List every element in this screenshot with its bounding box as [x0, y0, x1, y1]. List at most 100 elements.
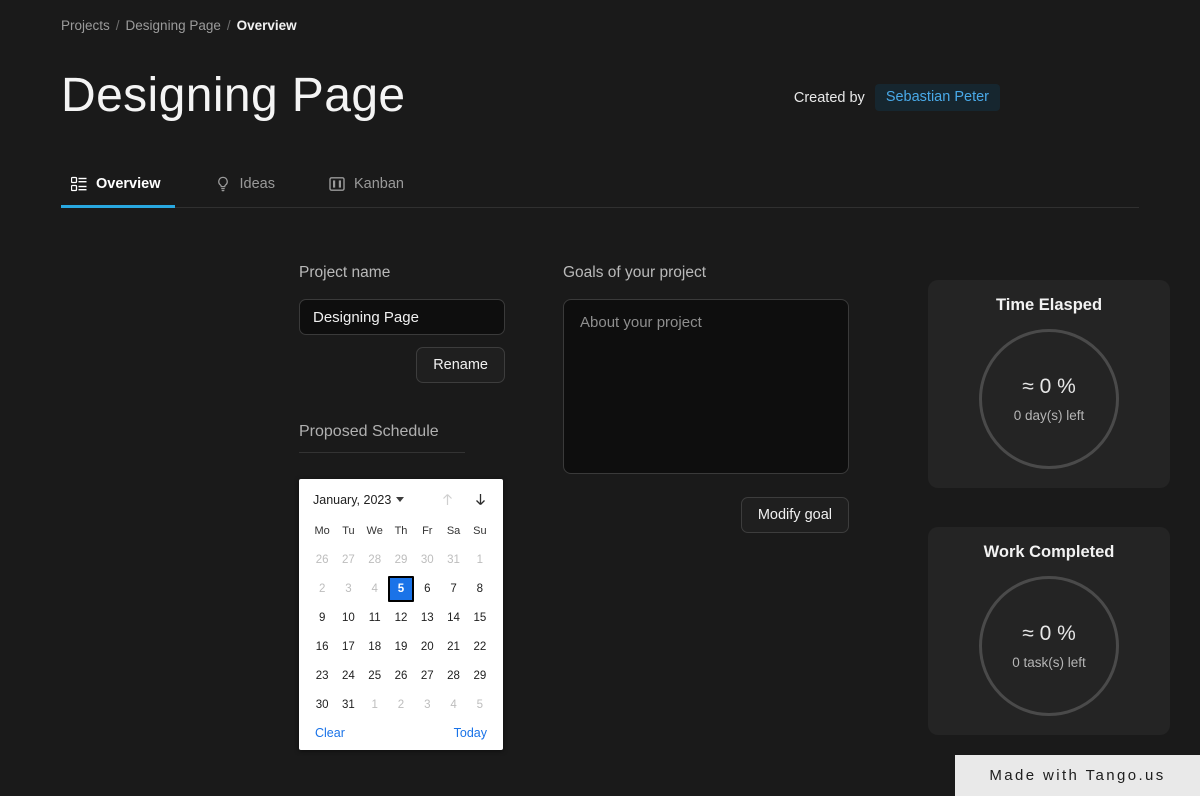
calendar-day[interactable]: 24 [335, 663, 361, 689]
tab-label-ideas: Ideas [239, 176, 275, 192]
calendar-footer: Clear Today [309, 718, 493, 742]
stat-percent: ≈ 0 % [1022, 622, 1076, 645]
stat-subtitle: 0 day(s) left [1013, 408, 1085, 423]
calendar-day[interactable]: 18 [362, 634, 388, 660]
calendar-day[interactable]: 21 [440, 634, 466, 660]
tab-overview[interactable]: Overview [61, 176, 175, 208]
tab-label-overview: Overview [96, 176, 161, 192]
modify-goal-row: Modify goal [563, 497, 849, 533]
board-icon [329, 176, 345, 192]
calendar-day[interactable]: 15 [467, 605, 493, 631]
goals-column: Goals of your project Modify goal [563, 264, 849, 533]
author-badge[interactable]: Sebastian Peter [874, 84, 1000, 111]
tab-ideas[interactable]: Ideas [205, 176, 289, 208]
calendar-day[interactable]: 22 [467, 634, 493, 660]
chevron-down-icon [396, 497, 405, 502]
lightbulb-icon [215, 176, 231, 192]
calendar-day[interactable]: 29 [467, 663, 493, 689]
calendar-day: 5 [476, 699, 484, 711]
calendar-weekday-header: Th [394, 525, 408, 537]
calendar-day: 30 [420, 554, 434, 566]
calendar-day[interactable]: 31 [335, 692, 361, 718]
calendar-day: 27 [342, 554, 355, 566]
calendar-day[interactable]: 8 [467, 576, 493, 602]
page-root: Projects / Designing Page / Overview Des… [0, 0, 1200, 796]
calendar-day[interactable]: 19 [388, 634, 414, 660]
calendar-month-dropdown[interactable]: January, 2023 [313, 493, 405, 507]
project-name-input[interactable] [299, 299, 505, 335]
arrow-down-icon[interactable] [472, 491, 489, 508]
calendar-weekday-header: We [366, 525, 383, 537]
calendar-day[interactable]: 9 [309, 605, 335, 631]
calendar-day[interactable]: 25 [362, 663, 388, 689]
rename-row: Rename [299, 347, 505, 383]
calendar-day[interactable]: 16 [309, 634, 335, 660]
calendar-day: 2 [318, 583, 326, 595]
calendar-day[interactable]: 11 [362, 605, 388, 631]
calendar-weekday-header: Mo [314, 525, 330, 537]
calendar-day[interactable]: 10 [335, 605, 361, 631]
stat-title: Time Elasped [995, 296, 1103, 314]
breadcrumb-separator: / [226, 18, 231, 33]
calendar-day[interactable]: 13 [414, 605, 440, 631]
calendar-day[interactable]: 28 [440, 663, 466, 689]
tab-bar: Overview Ideas Kanban [61, 176, 1139, 208]
calendar-header: January, 2023 [309, 491, 493, 518]
calendar-day[interactable]: 6 [414, 576, 440, 602]
calendar-day[interactable]: 7 [440, 576, 466, 602]
calendar-day: 29 [394, 554, 408, 566]
stat-card-time-elapsed: Time Elasped ≈ 0 % 0 day(s) left [928, 280, 1170, 488]
calendar-grid[interactable]: Mo Tu We Th Fr Sa Su 26 27 28 29 30 31 1 2 3 4 5 6 7 8 9 10 11 1… [309, 518, 493, 718]
tango-watermark: Made with Tango.us [955, 755, 1200, 796]
calendar-day: 3 [345, 583, 352, 595]
stat-percent: ≈ 0 % [1022, 375, 1076, 398]
calendar-weekday-header: Su [473, 525, 487, 537]
calendar-day[interactable]: 30 [309, 692, 335, 718]
calendar-clear-button[interactable]: Clear [315, 726, 345, 740]
goals-textarea[interactable] [563, 299, 849, 474]
modify-goal-button[interactable]: Modify goal [740, 497, 849, 533]
calendar-day: 1 [476, 554, 484, 566]
calendar-day[interactable]: 27 [414, 663, 440, 689]
project-settings-column: Project name Rename Proposed Schedule Ja… [299, 264, 507, 750]
created-by-group: Created by Sebastian Peter [794, 84, 1000, 111]
project-name-label: Project name [299, 264, 391, 281]
calendar-day: 31 [447, 554, 460, 566]
calendar-weekday-header: Fr [422, 525, 433, 537]
calendar-day: 3 [424, 699, 431, 711]
stat-subtitle: 0 task(s) left [1012, 655, 1086, 670]
calendar-weekday-header: Sa [446, 525, 461, 537]
calendar-day-selected[interactable]: 5 [387, 576, 415, 602]
calendar-day: 2 [397, 699, 405, 711]
breadcrumb-item-overview: Overview [236, 18, 297, 33]
progress-ring: ≈ 0 % 0 day(s) left [979, 329, 1119, 469]
date-picker-calendar[interactable]: January, 2023 Mo Tu We Th Fr Sa Su 26 27… [299, 479, 503, 750]
calendar-day[interactable]: 17 [335, 634, 361, 660]
calendar-weekday-header: Tu [342, 525, 355, 537]
stat-card-work-completed: Work Completed ≈ 0 % 0 task(s) left [928, 527, 1170, 735]
breadcrumb-item-projects[interactable]: Projects [61, 18, 110, 33]
calendar-day: 28 [368, 554, 382, 566]
calendar-day[interactable]: 20 [414, 634, 440, 660]
calendar-day[interactable]: 14 [440, 605, 466, 631]
calendar-today-button[interactable]: Today [454, 726, 487, 740]
calendar-day: 4 [450, 699, 457, 711]
calendar-nav-group [439, 491, 489, 508]
calendar-day: 1 [371, 699, 378, 711]
goals-label: Goals of your project [563, 264, 707, 281]
page-title: Designing Page [61, 69, 406, 122]
created-by-label: Created by [793, 89, 865, 106]
breadcrumb-separator: / [115, 18, 120, 33]
breadcrumb-item-designing-page[interactable]: Designing Page [126, 18, 221, 33]
rename-button[interactable]: Rename [416, 347, 505, 383]
calendar-day: 26 [315, 554, 329, 566]
tab-label-kanban: Kanban [353, 176, 404, 192]
arrow-up-icon[interactable] [439, 491, 456, 508]
calendar-day[interactable]: 26 [388, 663, 414, 689]
calendar-day[interactable]: 23 [309, 663, 335, 689]
calendar-day[interactable]: 12 [388, 605, 414, 631]
stats-column: Time Elasped ≈ 0 % 0 day(s) left Work Co… [928, 280, 1170, 735]
tab-kanban[interactable]: Kanban [319, 176, 418, 208]
stat-title: Work Completed [983, 543, 1115, 561]
progress-ring: ≈ 0 % 0 task(s) left [979, 576, 1119, 716]
